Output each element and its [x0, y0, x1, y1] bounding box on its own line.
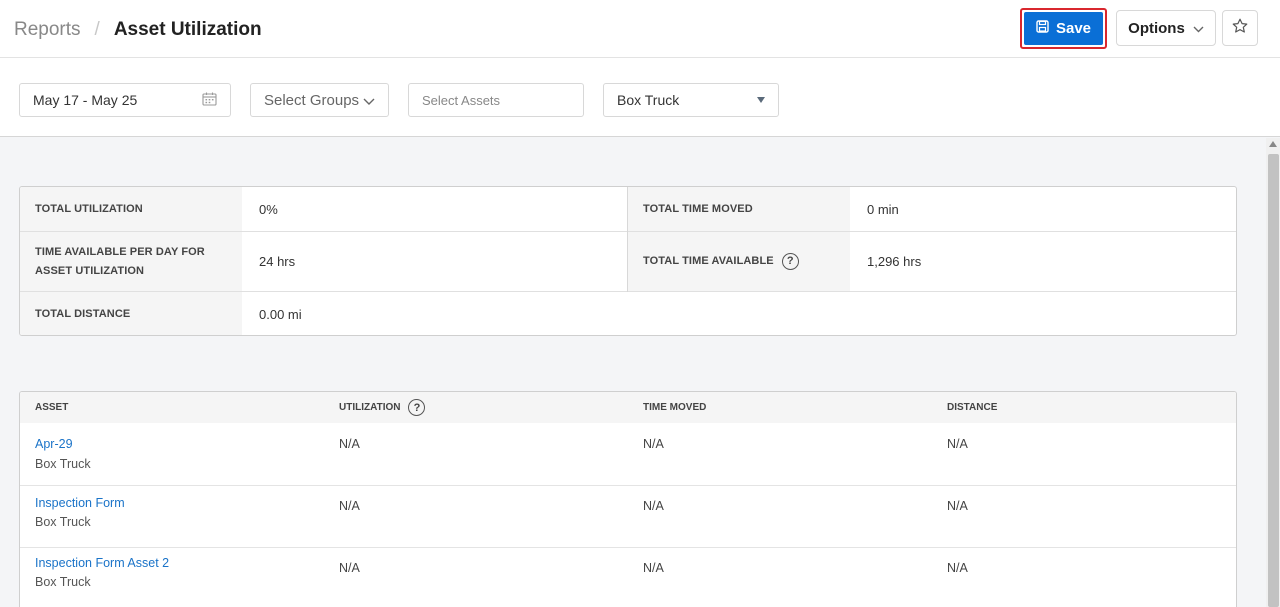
table-row: Inspection Form Box Truck N/A N/A N/A: [20, 486, 1236, 548]
total-utilization-label: TOTAL UTILIZATION: [20, 187, 242, 231]
asset-type: Box Truck: [35, 515, 91, 529]
save-icon: [1036, 20, 1049, 37]
column-header-time-moved[interactable]: TIME MOVED: [643, 392, 706, 423]
time-available-label-line1: TIME AVAILABLE PER DAY FOR: [35, 245, 205, 258]
save-button-body[interactable]: Save: [1024, 12, 1103, 45]
scrollbar-thumb[interactable]: [1268, 154, 1279, 607]
summary-divider: [627, 187, 628, 292]
date-range-picker[interactable]: May 17 - May 25: [19, 83, 231, 117]
utilization-cell: N/A: [339, 561, 360, 575]
total-time-available-label-text: TOTAL TIME AVAILABLE: [643, 255, 774, 267]
total-time-available-label: TOTAL TIME AVAILABLE ?: [628, 232, 850, 291]
options-button[interactable]: Options: [1116, 10, 1216, 46]
select-groups-placeholder: Select Groups: [264, 91, 360, 109]
total-distance-label: TOTAL DISTANCE: [20, 292, 242, 335]
time-available-per-day-value: 24 hrs: [259, 254, 296, 269]
column-header-distance[interactable]: DISTANCE: [947, 392, 997, 423]
star-icon: [1232, 18, 1248, 39]
utilization-cell: N/A: [339, 499, 360, 513]
distance-cell: N/A: [947, 437, 968, 451]
chevron-down-icon: [363, 92, 375, 109]
total-time-moved-label: TOTAL TIME MOVED: [628, 187, 850, 231]
help-circle-icon[interactable]: ?: [408, 399, 426, 416]
time-available-per-day-label: TIME AVAILABLE PER DAY FOR ASSET UTILIZA…: [20, 232, 242, 291]
favorite-button[interactable]: [1222, 10, 1258, 46]
asset-name-link[interactable]: Inspection Form Asset 2: [35, 556, 169, 570]
save-button[interactable]: Save: [1020, 8, 1107, 49]
breadcrumb-reports-link[interactable]: Reports: [14, 19, 81, 41]
total-distance-value: 0.00 mi: [259, 306, 302, 322]
time-available-label-line2: ASSET UTILIZATION: [35, 264, 145, 277]
utilization-cell: N/A: [339, 437, 360, 451]
total-time-available-value: 1,296 hrs: [867, 254, 922, 269]
column-header-utilization-label: UTILIZATION: [339, 402, 401, 413]
table-row: Inspection Form Asset 2 Box Truck N/A N/…: [20, 548, 1236, 607]
time-moved-cell: N/A: [643, 499, 664, 513]
distance-cell: N/A: [947, 561, 968, 575]
help-circle-icon[interactable]: ?: [781, 253, 799, 270]
summary-row: TOTAL UTILIZATION 0% TOTAL TIME MOVED 0 …: [20, 187, 1236, 232]
select-assets-input[interactable]: Select Assets: [408, 83, 584, 117]
summary-panel: TOTAL UTILIZATION 0% TOTAL TIME MOVED 0 …: [19, 186, 1237, 336]
time-moved-cell: N/A: [643, 437, 664, 451]
table-row: Apr-29 Box Truck N/A N/A N/A: [20, 423, 1236, 486]
page-title: Asset Utilization: [113, 19, 262, 40]
options-button-label: Options: [1128, 19, 1185, 37]
time-moved-cell: N/A: [643, 561, 664, 575]
page-header: Reports / Asset Utilization Save Options: [0, 0, 1280, 58]
select-groups-dropdown[interactable]: Select Groups: [250, 83, 389, 117]
table-header: ASSET UTILIZATION ? TIME MOVED DISTANCE: [20, 392, 1236, 423]
save-button-label: Save: [1055, 20, 1092, 37]
asset-table: ASSET UTILIZATION ? TIME MOVED DISTANCE …: [19, 391, 1237, 607]
asset-type-value: Box Truck: [617, 92, 680, 108]
total-utilization-value: 0%: [259, 201, 278, 217]
asset-name-link[interactable]: Inspection Form: [35, 496, 125, 510]
asset-type: Box Truck: [35, 457, 91, 471]
caret-down-icon: [757, 97, 765, 103]
filter-bar: May 17 - May 25 Select Groups Select Ass…: [0, 58, 1280, 137]
chevron-down-icon: [1193, 20, 1204, 37]
distance-cell: N/A: [947, 499, 968, 513]
summary-row: TIME AVAILABLE PER DAY FOR ASSET UTILIZA…: [20, 232, 1236, 292]
column-header-utilization[interactable]: UTILIZATION ?: [339, 392, 426, 423]
summary-row: TOTAL DISTANCE 0.00 mi: [20, 292, 1236, 335]
date-range-value: May 17 - May 25: [33, 92, 138, 108]
asset-type-select[interactable]: Box Truck: [603, 83, 779, 117]
select-assets-placeholder: Select Assets: [422, 92, 501, 108]
asset-type: Box Truck: [35, 575, 91, 589]
calendar-icon: [202, 92, 217, 109]
asset-name-link[interactable]: Apr-29: [35, 437, 73, 451]
breadcrumb-separator: /: [94, 19, 100, 40]
column-header-asset[interactable]: ASSET: [35, 392, 68, 423]
total-time-moved-value: 0 min: [867, 201, 899, 217]
scroll-up-arrow-icon[interactable]: [1269, 141, 1277, 147]
breadcrumb: Reports / Asset Utilization: [14, 19, 262, 41]
